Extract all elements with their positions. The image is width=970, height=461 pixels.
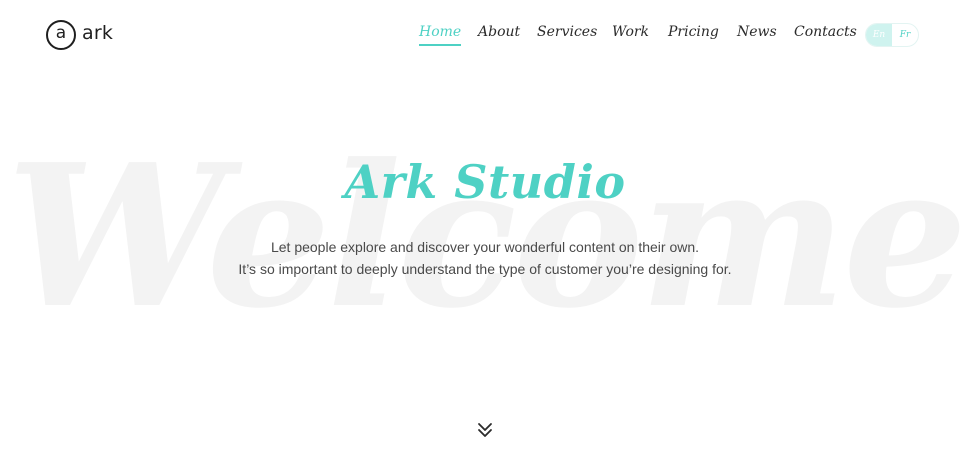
nav-item-home[interactable]: Home [419, 24, 462, 46]
language-option-en[interactable]: En [866, 24, 892, 46]
nav-item-work[interactable]: Work [612, 24, 649, 40]
page: a ark Home About Services Work Pricing N… [0, 0, 970, 461]
hero-description: Let people explore and discover your won… [0, 236, 970, 280]
nav-item-pricing[interactable]: Pricing [668, 24, 719, 40]
language-option-fr[interactable]: Fr [892, 24, 918, 46]
nav-item-contacts[interactable]: Contacts [794, 24, 857, 40]
scroll-down-button[interactable] [477, 422, 493, 438]
hero-description-line: It’s so important to deeply understand t… [238, 261, 732, 277]
nav-item-news[interactable]: News [737, 24, 777, 40]
nav-item-about[interactable]: About [478, 24, 520, 40]
hero-description-line: Let people explore and discover your won… [270, 239, 700, 255]
hero-title: Ark Studio [344, 155, 626, 209]
nav-item-services[interactable]: Services [537, 24, 597, 40]
double-chevron-down-icon [478, 423, 492, 437]
main-nav: Home About Services Work Pricing News Co… [0, 24, 970, 46]
language-switcher: En Fr [865, 23, 919, 47]
